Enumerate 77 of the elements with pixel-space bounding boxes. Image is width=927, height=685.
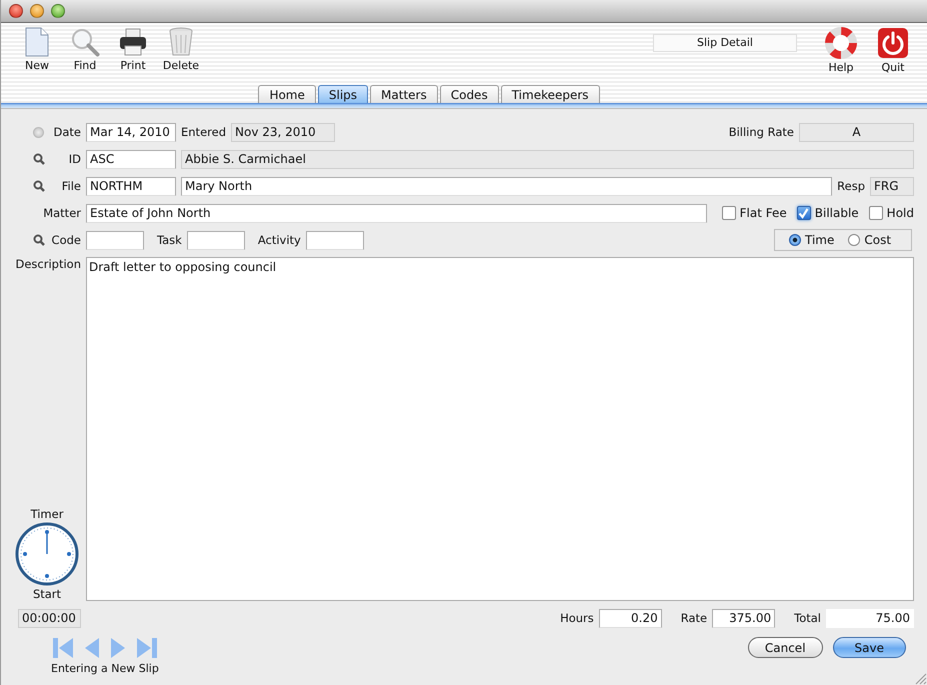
radio-button[interactable] [33, 126, 44, 138]
input-field[interactable]: ASC [86, 150, 176, 168]
input-field[interactable] [306, 230, 364, 250]
checkmark-icon [798, 208, 810, 218]
record-status: Entering a New Slip [51, 662, 159, 675]
tab[interactable]: Codes [440, 85, 499, 103]
tab[interactable]: Slips [318, 85, 368, 103]
field-label: Task [157, 233, 182, 247]
first-record-icon [52, 637, 74, 659]
nav-button[interactable] [84, 637, 100, 659]
zoom-button[interactable] [51, 4, 65, 18]
search-icon [70, 27, 100, 57]
field-label: Total [794, 611, 821, 625]
input-field[interactable] [186, 230, 245, 250]
radio-button[interactable]: Time [789, 233, 834, 247]
close-button[interactable] [9, 4, 23, 18]
save-button[interactable]: Save [832, 637, 906, 658]
input-field: Abbie S. Carmichael [181, 150, 914, 168]
toolbar-button[interactable]: Delete [159, 27, 203, 73]
input-field[interactable]: Mar 14, 2010 [86, 122, 176, 142]
input-field[interactable]: Estate of John North [86, 204, 707, 222]
view-title: Slip Detail [653, 34, 797, 52]
search-icon[interactable] [33, 153, 45, 165]
field-label: ID [68, 152, 81, 166]
field-label: Matter [43, 206, 81, 220]
resize-grip[interactable] [913, 671, 927, 685]
input-field[interactable]: 0.20 [598, 608, 662, 628]
toolbar-button[interactable]: Print [111, 27, 155, 73]
field-label: Entered [181, 125, 226, 139]
input-field: Nov 23, 2010 [231, 122, 335, 142]
field-label: Resp [837, 179, 865, 193]
power-icon [877, 27, 909, 59]
field-label: Date [54, 125, 81, 139]
last-record-icon [136, 637, 158, 659]
minimize-button[interactable] [30, 4, 44, 18]
input-field[interactable]: NORTHM [86, 176, 176, 196]
trash-icon [168, 27, 194, 57]
input-field: A [799, 122, 914, 142]
previous-icon [84, 637, 100, 659]
field-label: Activity [258, 233, 301, 247]
document-icon [24, 27, 50, 57]
cancel-button[interactable]: Cancel [748, 637, 823, 658]
nav-button[interactable] [136, 637, 158, 659]
input-field[interactable]: 375.00 [712, 608, 776, 628]
field-label: Rate [680, 611, 708, 625]
description-field[interactable]: Draft letter to opposing council [86, 257, 914, 601]
field-label: Code [52, 233, 81, 247]
elapsed-time: 00:00:00 [18, 608, 81, 628]
radio-button[interactable]: Cost [848, 233, 892, 247]
input-field: FRG [870, 176, 914, 196]
input-field[interactable]: Mary North [181, 176, 832, 196]
field-label: Billing Rate [728, 125, 794, 139]
toolbar-button[interactable]: Quit [871, 27, 915, 75]
nav-button[interactable] [52, 637, 74, 659]
field-label: Description [16, 257, 81, 271]
toolbar-button[interactable]: Find [63, 27, 107, 73]
tab[interactable]: Matters [370, 85, 438, 103]
input-field[interactable] [86, 230, 144, 250]
nav-button[interactable] [110, 637, 126, 659]
timer-label: Timer [30, 507, 64, 521]
next-icon [110, 637, 126, 659]
clock-icon[interactable] [15, 522, 79, 586]
checkbox[interactable]: Flat Fee [722, 206, 787, 220]
start-button[interactable]: Start [32, 587, 62, 601]
search-icon[interactable] [33, 234, 45, 246]
toolbar-button[interactable]: New [15, 27, 59, 73]
checkbox[interactable]: Billable [796, 206, 859, 220]
field-label: File [62, 179, 81, 193]
toolbar-button[interactable]: Help [819, 27, 863, 75]
search-icon[interactable] [33, 180, 45, 192]
checkbox[interactable]: Hold [868, 206, 914, 220]
field-label: Hours [560, 611, 594, 625]
tab[interactable]: Home [258, 85, 316, 103]
total-value: 75.00 [826, 608, 914, 628]
tab[interactable]: Timekeepers [500, 85, 600, 103]
printer-icon [118, 27, 148, 57]
lifebuoy-icon [825, 27, 857, 59]
